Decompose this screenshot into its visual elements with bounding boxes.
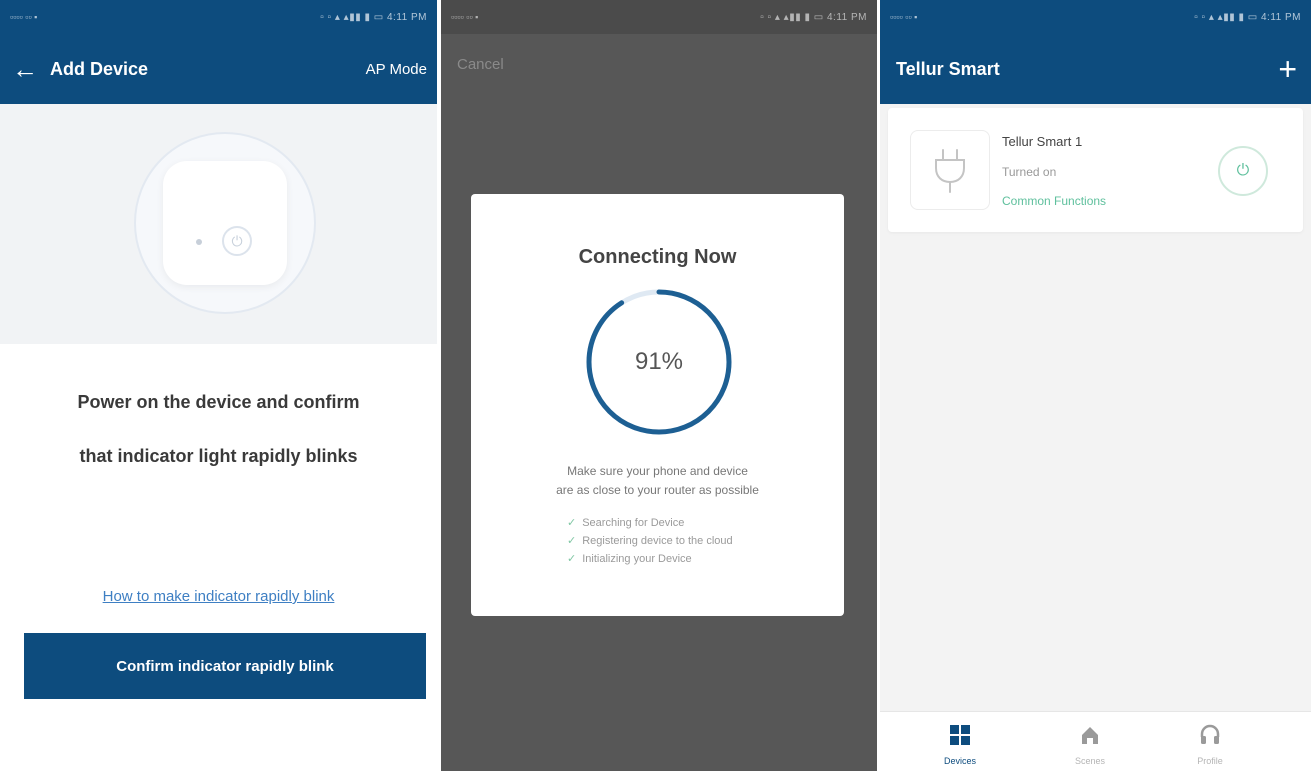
app-bar: Tellur Smart + [880, 34, 1311, 104]
headset-glyph [1200, 724, 1220, 744]
step-item: ✓ Registering device to the cloud [567, 532, 733, 550]
tip-line-2: are as close to your router as possible [556, 483, 759, 497]
ap-mode-button[interactable]: AP Mode [366, 61, 437, 78]
power-toggle-icon[interactable]: ⏻ [1218, 146, 1268, 196]
instruction-text: Power on the device and confirm that ind… [0, 375, 437, 483]
check-icon: ✓ [567, 553, 577, 565]
screenshot-stage: ▫▫▫▫ ▫▫ ▪ ▫ ▫ ▴ ▴▮▮ ▮ ▭ 4:11 PM ← Add De… [0, 0, 1311, 771]
cancel-button[interactable]: Cancel [457, 56, 504, 73]
plug-glyph [935, 149, 965, 193]
status-bar: ▫▫▫▫ ▫▫ ▪ ▫ ▫ ▴ ▴▮▮ ▮ ▭ 4:11 PM [0, 0, 437, 34]
tab-label: Scenes [1074, 756, 1106, 766]
tab-scenes[interactable]: Scenes [1050, 722, 1130, 766]
status-right: ▫ ▫ ▴ ▴▮▮ ▮ ▭ 4:11 PM [320, 11, 427, 23]
tip-line-1: Make sure your phone and device [567, 464, 748, 478]
device-state: Turned on [1002, 165, 1057, 179]
step-item: ✓ Initializing your Device [567, 550, 733, 568]
tab-label: Profile [1197, 756, 1223, 766]
step-item: ✓ Searching for Device [567, 514, 733, 532]
headset-icon [1170, 722, 1250, 748]
back-arrow-icon[interactable]: ← [0, 56, 50, 82]
status-right: ▫ ▫ ▴ ▴▮▮ ▮ ▭ 4:11 PM [1194, 11, 1301, 23]
connecting-dialog: Connecting Now 91% Make sure your phone … [471, 194, 844, 616]
step-label: Searching for Device [582, 517, 685, 529]
tab-label: Devices [943, 756, 976, 766]
tab-profile[interactable]: Profile [1170, 722, 1250, 766]
page-title: Tellur Smart [896, 58, 1000, 79]
device-body [163, 161, 287, 285]
grid-icon [920, 722, 1000, 748]
progress-percent: 91% [634, 348, 684, 375]
device-power-icon: ⏻ [222, 226, 252, 256]
bottom-tab-bar: Devices Scenes Profile [880, 711, 1311, 771]
device-card[interactable]: Tellur Smart 1 Turned on Common Function… [888, 108, 1303, 232]
grid-glyph [950, 725, 970, 745]
home-glyph [1082, 727, 1098, 744]
status-left: ▫▫▫▫ ▫▫ ▪ [890, 12, 918, 22]
device-illustration: ⏻ [0, 104, 437, 344]
help-link[interactable]: How to make indicator rapidly blink [0, 588, 437, 605]
status-left: ▫▫▫▫ ▫▫ ▪ [10, 12, 38, 22]
confirm-blink-button[interactable]: Confirm indicator rapidly blink [24, 633, 426, 699]
status-right: ▫ ▫ ▴ ▴▮▮ ▮ ▭ 4:11 PM [760, 11, 867, 23]
step-label: Initializing your Device [582, 553, 692, 565]
status-bar: ▫▫▫▫ ▫▫ ▪ ▫ ▫ ▴ ▴▮▮ ▮ ▭ 4:11 PM [441, 0, 877, 34]
add-device-screen: ▫▫▫▫ ▫▫ ▪ ▫ ▫ ▴ ▴▮▮ ▮ ▭ 4:11 PM ← Add De… [0, 0, 437, 771]
common-functions-link[interactable]: Common Functions [1002, 194, 1106, 208]
add-device-icon[interactable]: + [1278, 53, 1297, 85]
instruction-line-2: that indicator light rapidly blinks [79, 446, 358, 466]
check-icon: ✓ [567, 517, 577, 529]
dialog-title: Connecting Now [578, 246, 737, 268]
instruction-line-1: Power on the device and confirm [77, 392, 360, 412]
step-label: Registering device to the cloud [582, 535, 733, 547]
indicator-light-icon [196, 239, 202, 245]
connection-steps: ✓ Searching for Device ✓ Registering devic… [567, 514, 733, 568]
plug-icon [910, 130, 990, 210]
connecting-screen: ▫▫▫▫ ▫▫ ▪ ▫ ▫ ▴ ▴▮▮ ▮ ▭ 4:11 PM Cancel C… [441, 0, 877, 771]
device-name: Tellur Smart 1 [1002, 134, 1083, 149]
check-icon: ✓ [567, 535, 577, 547]
home-screen: ▫▫▫▫ ▫▫ ▪ ▫ ▫ ▴ ▴▮▮ ▮ ▭ 4:11 PM Tellur S… [880, 0, 1311, 771]
tab-devices[interactable]: Devices [920, 722, 1000, 766]
home-icon [1050, 722, 1130, 748]
status-left: ▫▫▫▫ ▫▫ ▪ [451, 12, 479, 22]
page-title: Add Device [50, 58, 149, 79]
app-bar: ← Add Device AP Mode [0, 34, 437, 104]
status-bar: ▫▫▫▫ ▫▫ ▪ ▫ ▫ ▴ ▴▮▮ ▮ ▭ 4:11 PM [880, 0, 1311, 34]
proximity-tip: Make sure your phone and device are as c… [471, 462, 844, 500]
